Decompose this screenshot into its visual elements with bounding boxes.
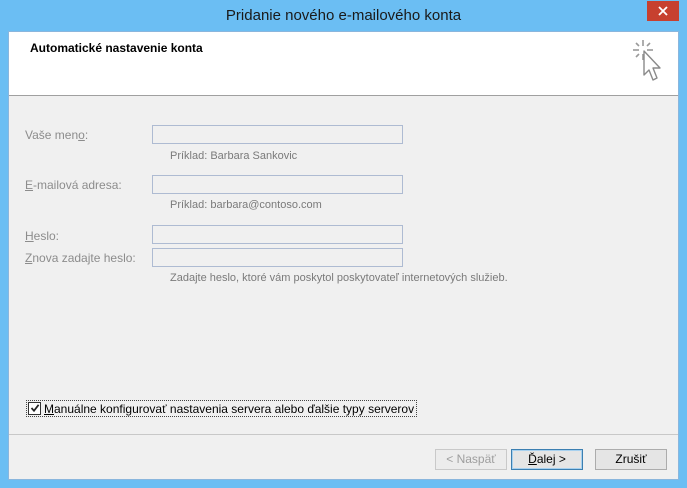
email-hint: Príklad: barbara@contoso.com xyxy=(170,199,322,211)
title-bar[interactable]: Pridanie nového e-mailového konta xyxy=(0,0,687,30)
footer-separator xyxy=(9,434,678,435)
window-title: Pridanie nového e-mailového konta xyxy=(225,7,462,24)
email-label: E-mailová adresa: xyxy=(25,178,122,192)
wizard-header: Automatické nastavenie konta xyxy=(9,32,678,96)
wizard-cursor-icon xyxy=(629,36,669,88)
back-button[interactable]: < Naspäť xyxy=(435,449,507,470)
password-confirm-label: Znova zadajte heslo: xyxy=(25,251,136,265)
close-button[interactable] xyxy=(647,1,679,21)
dialog-client-area: Automatické nastavenie konta Vaše meno: … xyxy=(8,31,679,480)
close-icon xyxy=(658,6,668,16)
checkmark-icon xyxy=(30,400,40,418)
password-hint: Zadajte heslo, ktoré vám poskytol poskyt… xyxy=(170,272,508,284)
dialog-window: Pridanie nového e-mailového konta Automa… xyxy=(0,0,687,488)
cancel-button[interactable]: Zrušiť xyxy=(595,449,667,470)
manual-config-checkbox[interactable]: Manuálne konfigurovať nastavenia servera… xyxy=(26,400,418,417)
name-label: Vaše meno: xyxy=(25,128,89,142)
email-input[interactable] xyxy=(152,175,403,194)
password-input[interactable] xyxy=(152,225,403,244)
manual-config-label: Manuálne konfigurovať nastavenia servera… xyxy=(44,401,415,416)
page-title: Automatické nastavenie konta xyxy=(30,41,203,55)
password-label: Heslo: xyxy=(25,229,60,243)
checkbox-box[interactable] xyxy=(28,402,41,415)
name-hint: Príklad: Barbara Sankovic xyxy=(170,150,298,162)
next-button[interactable]: Ďalej > xyxy=(511,449,583,470)
name-input[interactable] xyxy=(152,125,403,144)
password-confirm-input[interactable] xyxy=(152,248,403,267)
